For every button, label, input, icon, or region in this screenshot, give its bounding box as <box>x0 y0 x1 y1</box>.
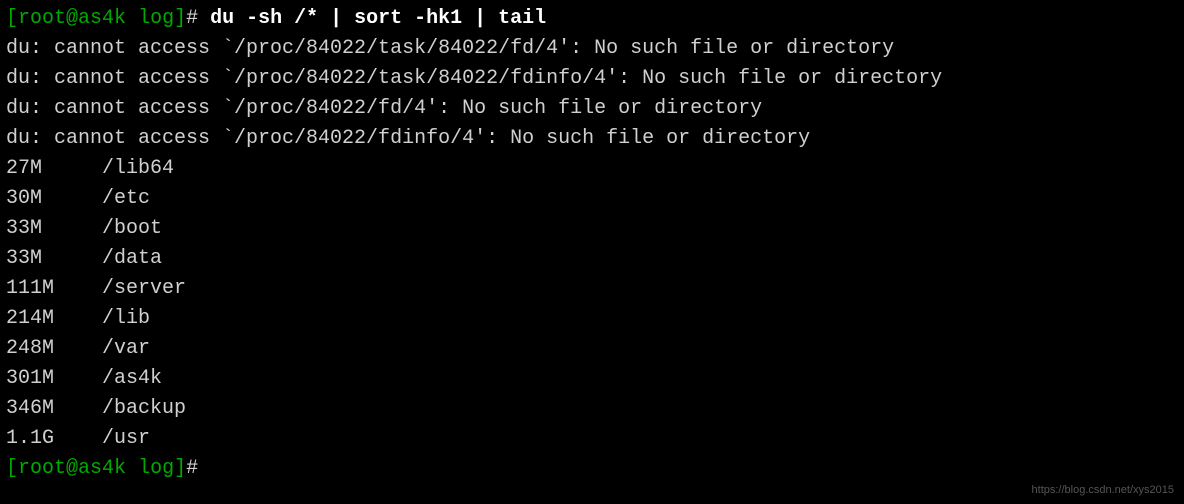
path-col: /data <box>102 244 162 274</box>
path-col: /boot <box>102 214 162 244</box>
path-col: /var <box>102 334 150 364</box>
size-col: 33M <box>6 247 42 270</box>
prompt-bracket-open: [ <box>6 457 18 480</box>
terminal-window[interactable]: [root@as4k log]# du -sh /* | sort -hk1 |… <box>6 4 1178 484</box>
size-col: 1.1G <box>6 427 54 450</box>
prompt-bracket-close: ] <box>174 457 186 480</box>
path-col: /lib64 <box>102 154 174 184</box>
size-col: 27M <box>6 157 42 180</box>
prompt-cwd: log <box>138 457 174 480</box>
prompt-hash: # <box>186 7 210 30</box>
result-line: 248M /var <box>6 334 1178 364</box>
size-col: 301M <box>6 367 54 390</box>
prompt-bracket-open: [ <box>6 7 18 30</box>
prompt-bracket-close: ] <box>174 7 186 30</box>
command-text: du -sh /* | sort -hk1 | tail <box>210 7 546 30</box>
result-line: 33M /boot <box>6 214 1178 244</box>
result-line: 1.1G /usr <box>6 424 1178 454</box>
result-line: 30M /etc <box>6 184 1178 214</box>
prompt-line-1: [root@as4k log]# du -sh /* | sort -hk1 |… <box>6 4 1178 34</box>
size-col: 111M <box>6 277 54 300</box>
path-col: /server <box>102 274 186 304</box>
path-col: /backup <box>102 394 186 424</box>
watermark-text: https://blog.csdn.net/xys2015 <box>1032 482 1174 499</box>
path-col: /usr <box>102 424 150 454</box>
result-line: 27M /lib64 <box>6 154 1178 184</box>
result-line: 301M /as4k <box>6 364 1178 394</box>
prompt-space <box>126 457 138 480</box>
path-col: /lib <box>102 304 150 334</box>
path-col: /as4k <box>102 364 162 394</box>
size-col: 30M <box>6 187 42 210</box>
size-col: 346M <box>6 397 54 420</box>
prompt-cwd: log <box>138 7 174 30</box>
error-line: du: cannot access `/proc/84022/fd/4': No… <box>6 94 1178 124</box>
prompt-user-host: root@as4k <box>18 7 126 30</box>
path-col: /etc <box>102 184 150 214</box>
size-col: 33M <box>6 217 42 240</box>
size-col: 214M <box>6 307 54 330</box>
size-col: 248M <box>6 337 54 360</box>
error-line: du: cannot access `/proc/84022/task/8402… <box>6 64 1178 94</box>
error-line: du: cannot access `/proc/84022/fdinfo/4'… <box>6 124 1178 154</box>
result-line: 111M /server <box>6 274 1178 304</box>
result-line: 33M /data <box>6 244 1178 274</box>
prompt-space <box>126 7 138 30</box>
result-line: 214M /lib <box>6 304 1178 334</box>
prompt-line-2[interactable]: [root@as4k log]# <box>6 454 1178 484</box>
prompt-hash: # <box>186 457 210 480</box>
error-line: du: cannot access `/proc/84022/task/8402… <box>6 34 1178 64</box>
result-line: 346M /backup <box>6 394 1178 424</box>
prompt-user-host: root@as4k <box>18 457 126 480</box>
